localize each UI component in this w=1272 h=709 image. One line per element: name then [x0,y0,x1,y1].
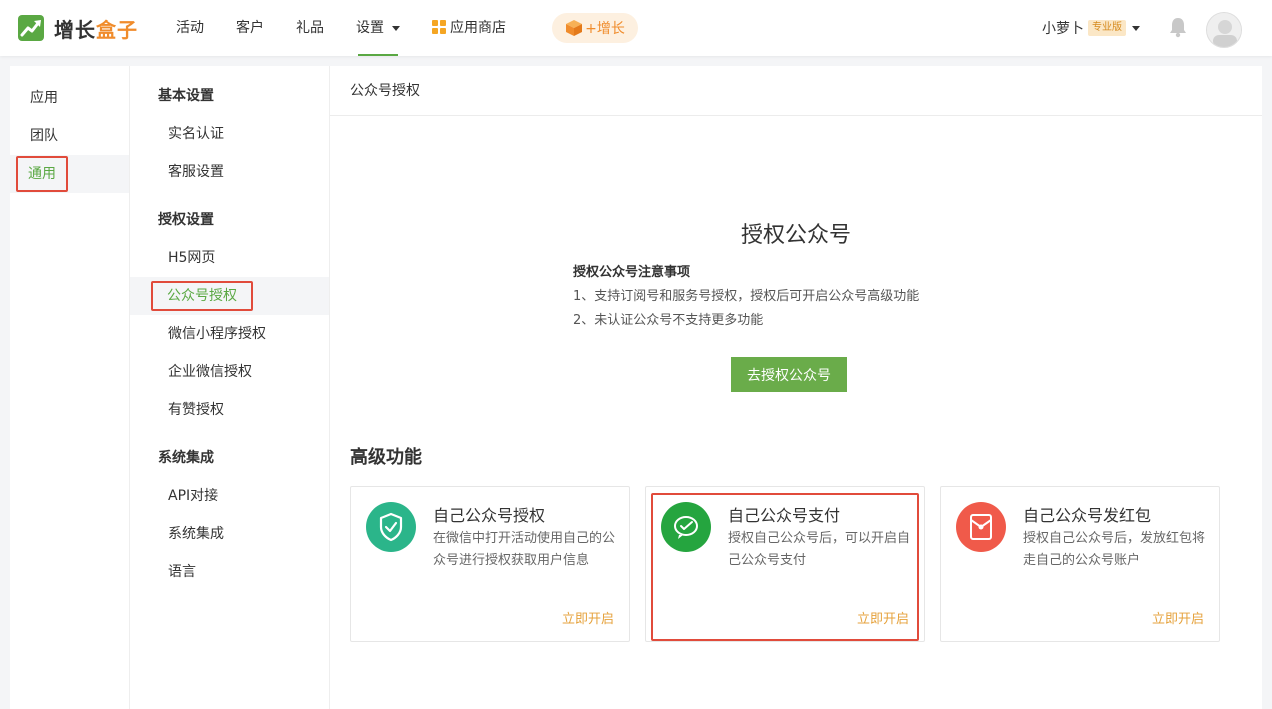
feature-cards: 自己公众号授权 在微信中打开活动使用自己的公众号进行授权获取用户信息 立即开启 … [350,486,1220,642]
nav-label: 活动 [176,20,204,36]
subnav-item-label: 语言 [168,564,196,580]
card-title: 自己公众号支付 [728,506,841,525]
logo-growth-icon [18,15,44,41]
feature-card-oauth: 自己公众号授权 在微信中打开活动使用自己的公众号进行授权获取用户信息 立即开启 [350,486,630,642]
nav-settings[interactable]: 设置 [340,0,416,56]
nav-label: 设置 [356,20,384,36]
red-packet-icon [956,502,1006,552]
auth-notes: 授权公众号注意事项 1、支持订阅号和服务号授权，授权后可开启公众号高级功能 2、… [573,261,919,333]
subnav-item-label: 实名认证 [168,126,224,142]
logo-text-part2: 盒子 [96,17,138,42]
top-header: 增长盒子 活动 客户 礼品 设置 应用商店 +增长 小萝卜 专业版 [0,0,1272,56]
growth-button[interactable]: +增长 [552,13,638,43]
logo-text-part1: 增长 [54,17,96,42]
plan-badge: 专业版 [1088,20,1126,36]
group-title-integration: 系统集成 [158,450,214,466]
section-title-advanced: 高级功能 [350,447,422,468]
subnav-item-h5[interactable]: H5网页 [130,239,329,277]
group-title-basic: 基本设置 [158,88,214,104]
sidebar-item-label: 通用 [16,156,68,192]
subnav-item-label: 企业微信授权 [168,364,252,380]
enable-now-link[interactable]: 立即开启 [1152,608,1204,627]
user-menu[interactable]: 小萝卜 专业版 [1042,0,1140,56]
nav-label: 礼品 [296,20,324,36]
bell-icon[interactable] [1168,16,1188,38]
growth-label: +增长 [585,21,625,37]
subnav-item-youzan[interactable]: 有赞授权 [130,391,329,429]
card-title: 自己公众号发红包 [1023,506,1152,525]
primary-sidebar: 应用 团队 通用 [10,66,130,709]
enable-now-link[interactable]: 立即开启 [857,608,909,627]
subnav-item-official-account[interactable]: 公众号授权 [130,277,329,315]
subnav-item-realname[interactable]: 实名认证 [130,115,329,153]
nav-label: 客户 [236,20,264,36]
subnav-item-label: 微信小程序授权 [168,326,266,342]
subnav-item-label: 公众号授权 [151,281,253,311]
sidebar-item-label: 应用 [30,90,58,106]
breadcrumb: 公众号授权 [330,66,1262,116]
app-logo[interactable]: 增长盒子 [18,14,138,42]
subnav-item-api[interactable]: API对接 [130,477,329,515]
sidebar-item-label: 团队 [30,128,58,144]
avatar[interactable] [1206,12,1242,48]
page-title: 授权公众号 [740,223,851,248]
chevron-down-icon [1132,25,1140,31]
subnav-item-system-integration[interactable]: 系统集成 [130,515,329,553]
main-content: 公众号授权 授权公众号 授权公众号注意事项 1、支持订阅号和服务号授权，授权后可… [330,66,1262,709]
sidebar-item-team[interactable]: 团队 [10,117,129,155]
logo-text: 增长盒子 [54,14,138,43]
subnav-item-label: 系统集成 [168,526,224,542]
subnav-item-language[interactable]: 语言 [130,553,329,591]
enable-now-link[interactable]: 立即开启 [562,608,614,627]
nav-app-store[interactable]: 应用商店 [416,0,522,56]
sidebar-item-apps[interactable]: 应用 [10,79,129,117]
subnav-item-label: 客服设置 [168,164,224,180]
nav-customers[interactable]: 客户 [220,0,280,56]
box-icon [566,20,583,36]
group-title-auth: 授权设置 [158,212,214,228]
shield-check-icon [366,502,416,552]
subnav-item-work-wechat[interactable]: 企业微信授权 [130,353,329,391]
subnav-item-customer-service[interactable]: 客服设置 [130,153,329,191]
card-desc: 授权自己公众号后，发放红包将走自己的公众号账户 [1023,531,1206,568]
user-name: 小萝卜 [1042,21,1084,37]
authorize-official-account-button[interactable]: 去授权公众号 [731,357,847,392]
nav-activities[interactable]: 活动 [160,0,220,56]
app-store-icon [432,20,446,34]
card-desc: 授权自己公众号后，可以开启自己公众号支付 [728,531,911,568]
wechat-pay-icon [661,502,711,552]
subnav-item-label: 有赞授权 [168,402,224,418]
nav-label: 应用商店 [450,20,506,36]
feature-card-payment: 自己公众号支付 授权自己公众号后，可以开启自己公众号支付 立即开启 [645,486,925,642]
card-title: 自己公众号授权 [433,506,546,525]
subnav-item-mini-program[interactable]: 微信小程序授权 [130,315,329,353]
settings-subnav: 基本设置 实名认证 客服设置 授权设置 H5网页 公众号授权 微信小程序授权 企… [130,66,330,709]
notes-line: 2、未认证公众号不支持更多功能 [573,313,764,328]
main-nav: 活动 客户 礼品 设置 应用商店 [160,0,522,56]
nav-gifts[interactable]: 礼品 [280,0,340,56]
sidebar-item-general[interactable]: 通用 [10,155,129,193]
card-desc: 在微信中打开活动使用自己的公众号进行授权获取用户信息 [433,531,616,568]
notes-line: 1、支持订阅号和服务号授权，授权后可开启公众号高级功能 [573,289,920,304]
feature-card-red-packet: 自己公众号发红包 授权自己公众号后，发放红包将走自己的公众号账户 立即开启 [940,486,1220,642]
notes-title: 授权公众号注意事项 [573,265,691,280]
chevron-down-icon [392,25,400,31]
subnav-item-label: API对接 [168,488,219,504]
subnav-item-label: H5网页 [168,250,216,266]
